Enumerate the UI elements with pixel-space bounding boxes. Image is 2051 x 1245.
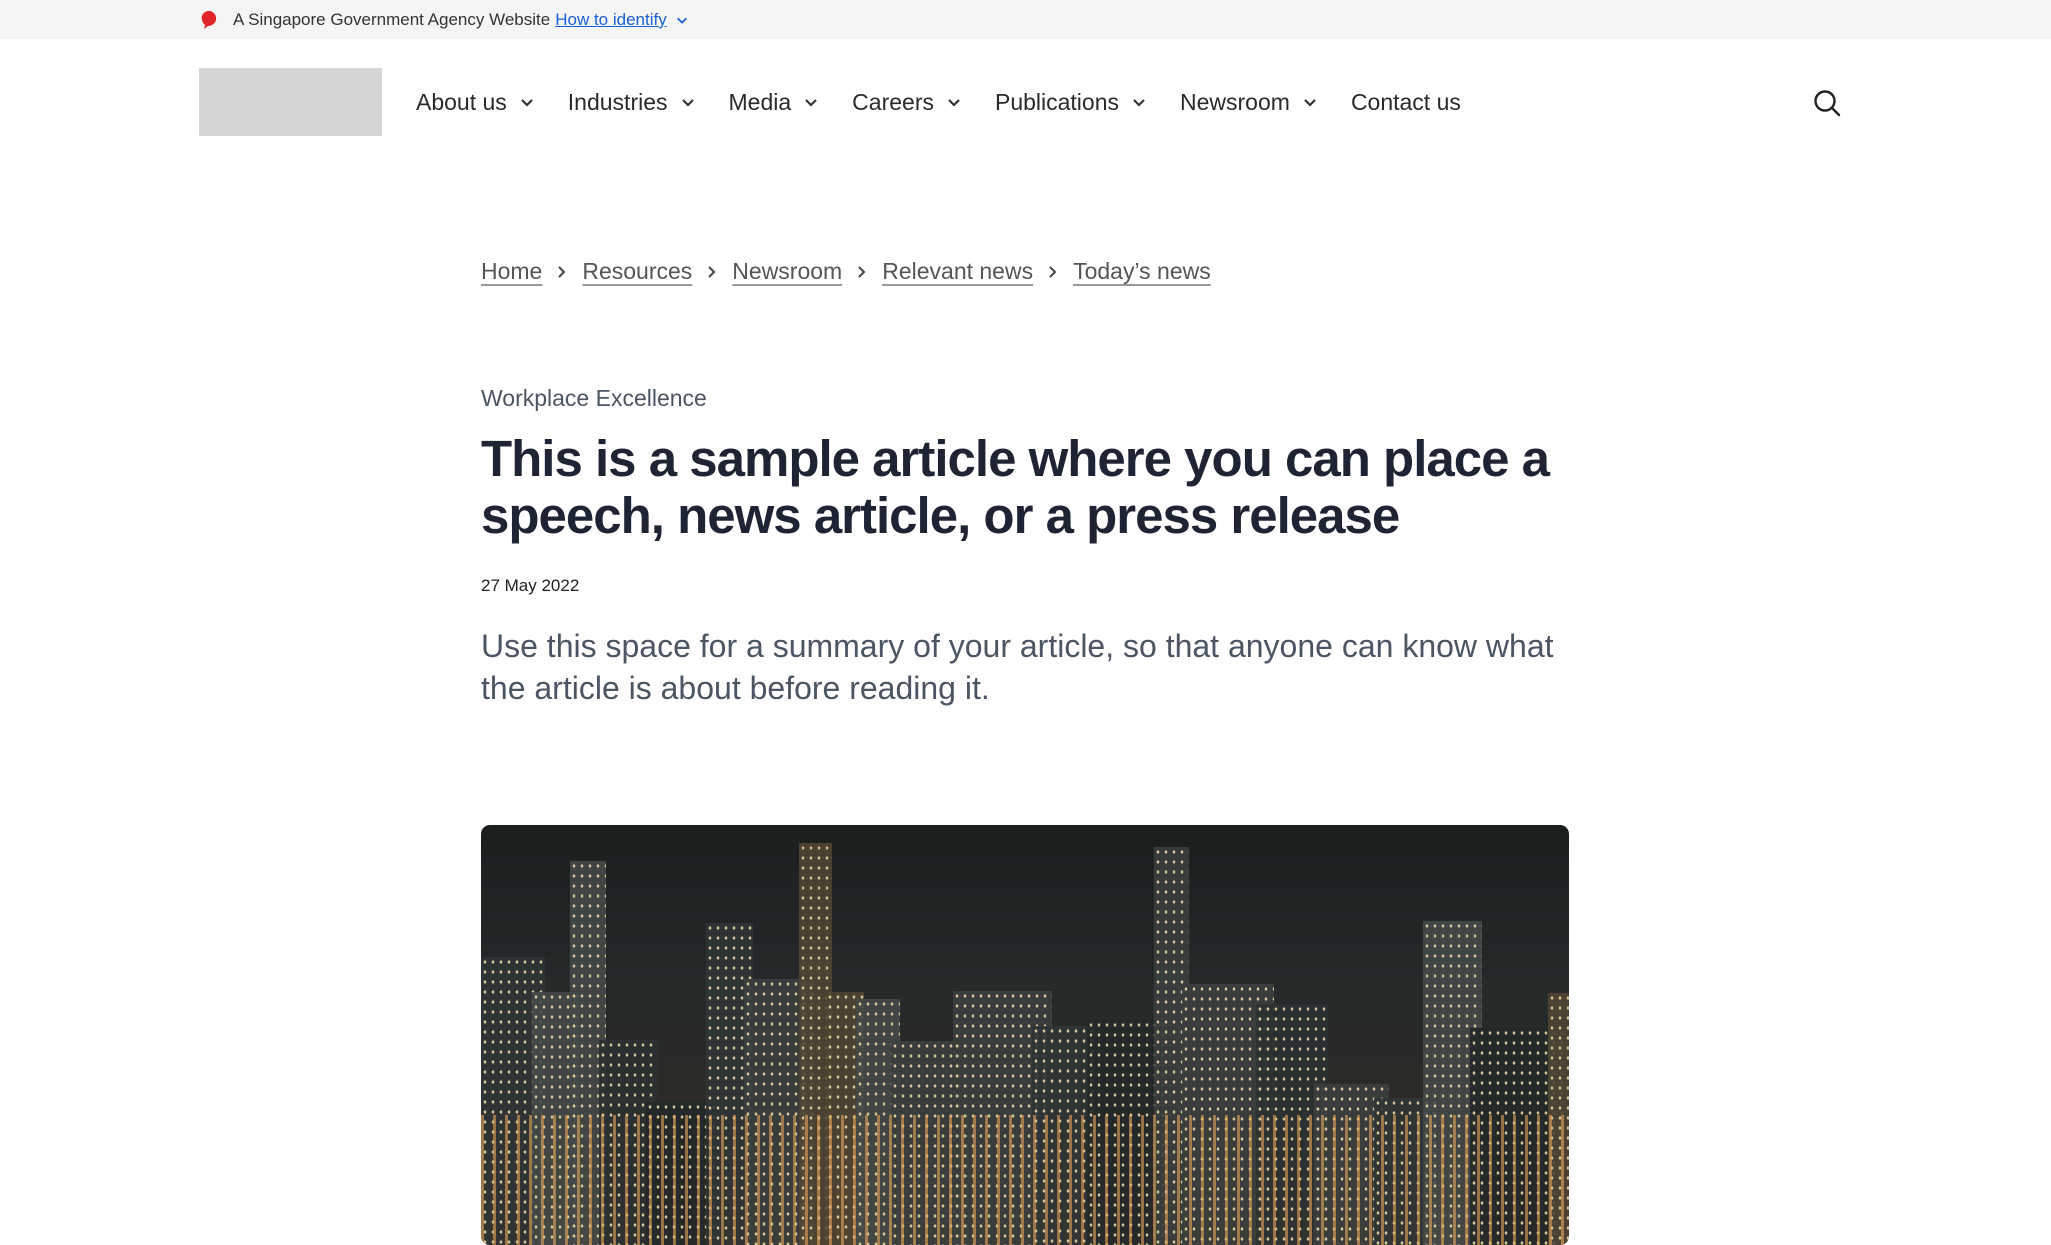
breadcrumb: Home Resources Newsroom Relevant news Today’… (481, 258, 1211, 285)
site-logo[interactable] (199, 68, 382, 136)
breadcrumb-link[interactable]: Relevant news (882, 258, 1033, 285)
nav-item-label: Careers (852, 89, 934, 116)
breadcrumb-link[interactable]: Home (481, 258, 542, 285)
nav-item-about-us[interactable]: About us (416, 89, 535, 116)
nav-item-label: Newsroom (1180, 89, 1290, 116)
nav-item-label: Media (729, 89, 792, 116)
nav-item-industries[interactable]: Industries (568, 89, 696, 116)
nav-item-media[interactable]: Media (729, 89, 820, 116)
chevron-down-icon (1302, 94, 1318, 110)
nav-item-publications[interactable]: Publications (995, 89, 1147, 116)
breadcrumb-link[interactable]: Resources (582, 258, 692, 285)
masthead-text: A Singapore Government Agency Website (233, 10, 550, 30)
lowrise-shape (481, 1115, 1569, 1245)
breadcrumb-link[interactable]: Today’s news (1073, 258, 1211, 285)
nav-item-label: About us (416, 89, 507, 116)
nav-item-label: Industries (568, 89, 668, 116)
article-hero-image (481, 825, 1569, 1245)
nav-item-label: Publications (995, 89, 1119, 116)
chevron-down-icon[interactable] (675, 13, 689, 27)
how-to-identify-link[interactable]: How to identify (555, 10, 667, 30)
chevron-down-icon (680, 94, 696, 110)
masthead: A Singapore Government Agency Website Ho… (0, 0, 2051, 39)
chevron-down-icon (1131, 94, 1147, 110)
chevron-right-icon (1046, 265, 1060, 279)
breadcrumb-link[interactable]: Newsroom (732, 258, 842, 285)
chevron-down-icon (803, 94, 819, 110)
chevron-right-icon (555, 265, 569, 279)
search-icon[interactable] (1812, 88, 1842, 118)
main-nav: About us Industries Media Careers Publicatio… (416, 84, 1494, 120)
chevron-down-icon (519, 94, 535, 110)
chevron-right-icon (855, 265, 869, 279)
nav-item-newsroom[interactable]: Newsroom (1180, 89, 1318, 116)
nav-item-label: Contact us (1351, 89, 1461, 116)
singapore-lion-icon (199, 10, 219, 30)
article-summary: Use this space for a summary of your art… (481, 625, 1581, 709)
chevron-down-icon (946, 94, 962, 110)
article-date: 27 May 2022 (481, 576, 579, 596)
chevron-right-icon (705, 265, 719, 279)
article-title: This is a sample article where you can p… (481, 430, 1581, 544)
article-category: Workplace Excellence (481, 385, 707, 412)
nav-item-careers[interactable]: Careers (852, 89, 962, 116)
nav-item-contact-us[interactable]: Contact us (1351, 89, 1461, 116)
